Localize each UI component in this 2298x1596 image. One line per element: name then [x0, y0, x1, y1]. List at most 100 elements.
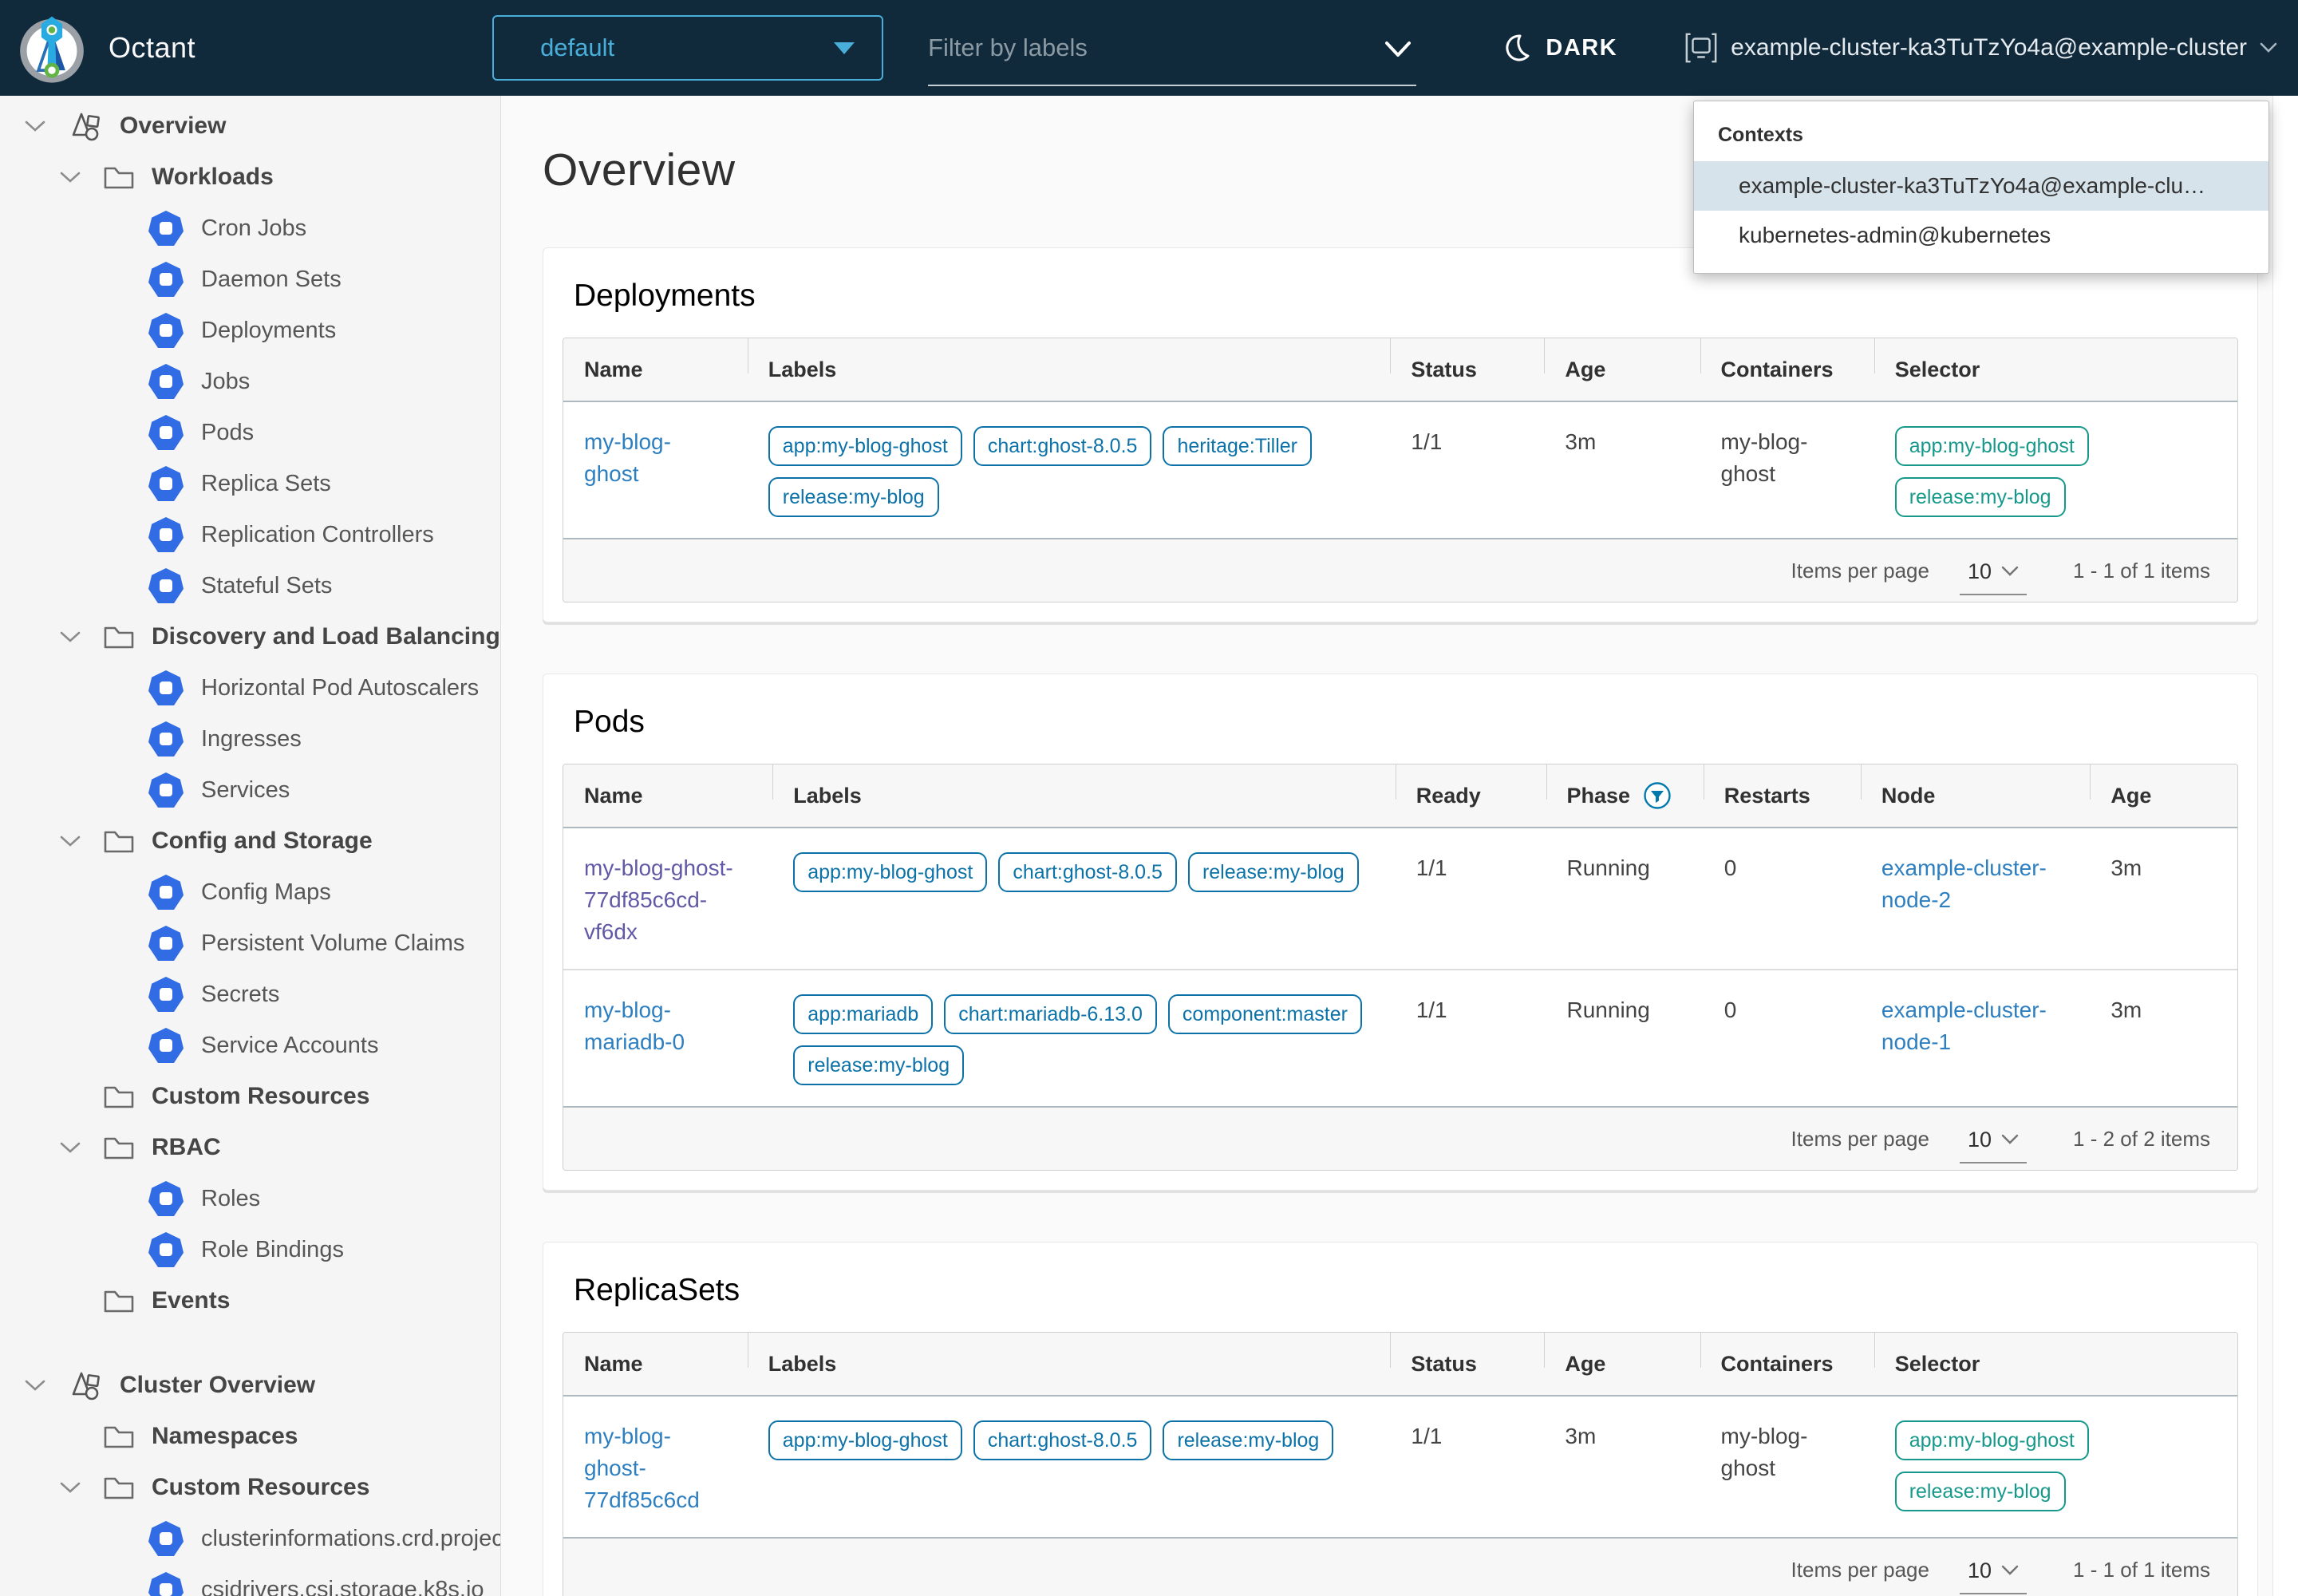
- sidebar-item-cluster-overview[interactable]: Cluster Overview: [0, 1360, 500, 1411]
- sidebar-item-ingresses[interactable]: Ingresses: [0, 713, 500, 764]
- sidebar-item-replication-controllers[interactable]: Replication Controllers: [0, 509, 500, 560]
- sidebar-item-label: Discovery and Load Balancing: [152, 623, 500, 650]
- pagination-range: 1 - 1 of 1 items: [2073, 1558, 2210, 1582]
- sidebar-item-workloads[interactable]: Workloads: [0, 152, 500, 203]
- sidebar-item-replica-sets[interactable]: Replica Sets: [0, 458, 500, 509]
- pod-link[interactable]: my-blog-ghost-77df85c6cd-vf6dx: [584, 855, 733, 944]
- folder-icon: [102, 1284, 136, 1317]
- age-cell: 3m: [1544, 426, 1700, 517]
- sidebar-item-config-maps[interactable]: Config Maps: [0, 867, 500, 918]
- column-header: Labels: [748, 338, 1391, 401]
- secrets-icon: [148, 977, 184, 1012]
- ingresses-icon: [148, 721, 184, 757]
- filter-funnel-icon[interactable]: [1643, 781, 1672, 810]
- context-option[interactable]: kubernetes-admin@kubernetes: [1694, 211, 2268, 260]
- selector-cell: app:my-blog-ghost release:my-blog: [1874, 1420, 2237, 1516]
- sidebar-item-label: Custom Resources: [152, 1474, 369, 1501]
- deployment-name-cell: my-blog-ghost: [563, 426, 705, 517]
- contexts-dropdown: Contexts example-cluster-ka3TuTzYo4a@exa…: [1693, 101, 2269, 274]
- context-option-selected[interactable]: example-cluster-ka3TuTzYo4a@example-clu…: [1694, 161, 2268, 211]
- sidebar-item-deployments[interactable]: Deployments: [0, 305, 500, 356]
- items-per-page-label: Items per page: [1791, 1127, 1929, 1152]
- sidebar-item-persistent-volume-claims[interactable]: Persistent Volume Claims: [0, 918, 500, 969]
- sidebar-item-role-bindings[interactable]: Role Bindings: [0, 1224, 500, 1275]
- sidebar-item-cron-jobs[interactable]: Cron Jobs: [0, 203, 500, 254]
- page-size-value: 10: [1968, 1128, 1992, 1152]
- sidebar-item-roles[interactable]: Roles: [0, 1173, 500, 1224]
- sidebar-item-jobs[interactable]: Jobs: [0, 356, 500, 407]
- sidebar-item-daemon-sets[interactable]: Daemon Sets: [0, 254, 500, 305]
- sidebar-item-namespaces[interactable]: Namespaces: [0, 1411, 500, 1462]
- namespace-selected-value: default: [540, 34, 614, 62]
- label-tag: heritage:Tiller: [1163, 426, 1312, 466]
- sidebar-item-overview[interactable]: Overview: [0, 101, 500, 152]
- column-header: Name: [563, 338, 748, 401]
- age-cell: 3m: [2090, 994, 2237, 1085]
- serviceaccounts-icon: [148, 1028, 184, 1063]
- deployment-link[interactable]: my-blog-ghost: [584, 429, 671, 486]
- sidebar-item-service-accounts[interactable]: Service Accounts: [0, 1020, 500, 1071]
- sidebar-item-services[interactable]: Services: [0, 764, 500, 816]
- label-filter-chevron-icon: [1384, 41, 1412, 58]
- replicaset-link[interactable]: my-blog-ghost-77df85c6cd: [584, 1424, 700, 1512]
- column-header: Phase: [1567, 784, 1631, 808]
- label-filter-input[interactable]: Filter by labels: [928, 26, 1416, 86]
- label-tag: app:my-blog-ghost: [768, 426, 962, 466]
- sidebar-item-label: Daemon Sets: [201, 267, 342, 293]
- selector-tag: release:my-blog: [1895, 477, 2066, 517]
- sidebar-item-label: Persistent Volume Claims: [201, 930, 464, 957]
- node-cell: example-cluster-node-1: [1861, 994, 2090, 1085]
- sidebar-item-discovery-load-balancing[interactable]: Discovery and Load Balancing: [0, 611, 500, 662]
- sidebar-item-cluster-custom-resources[interactable]: Custom Resources: [0, 1462, 500, 1513]
- chevron-down-icon: [59, 834, 81, 848]
- sidebar-item-label: Horizontal Pod Autoscalers: [201, 675, 479, 701]
- sidebar-item-stateful-sets[interactable]: Stateful Sets: [0, 560, 500, 611]
- sidebar-item-label: Workloads: [152, 164, 274, 191]
- sidebar-item-horizontal-pod-autoscalers[interactable]: Horizontal Pod Autoscalers: [0, 662, 500, 713]
- table-row: my-blog-ghost-77df85c6cd-vf6dx app:my-bl…: [563, 828, 2237, 969]
- context-selector[interactable]: example-cluster-ka3TuTzYo4a@example-clus…: [1684, 31, 2277, 65]
- namespace-selector[interactable]: default: [492, 15, 883, 81]
- column-header: Age: [2090, 764, 2237, 827]
- table-footer: Items per page 10 1 - 2 of 2 items: [563, 1106, 2237, 1170]
- chevron-down-icon: [59, 630, 81, 644]
- sidebar-item-custom-resources[interactable]: Custom Resources: [0, 1071, 500, 1122]
- deployments-card-title: Deployments: [574, 279, 2238, 314]
- page-size-select[interactable]: 10: [1960, 1128, 2027, 1163]
- restarts-cell: 0: [1704, 852, 1861, 948]
- page-scrollbar[interactable]: [2272, 96, 2298, 1596]
- labels-cell: app:my-blog-ghost chart:ghost-8.0.5 heri…: [748, 426, 1391, 517]
- sidebar-item-secrets[interactable]: Secrets: [0, 969, 500, 1020]
- column-header: Name: [563, 764, 772, 827]
- sidebar-item-events[interactable]: Events: [0, 1275, 500, 1326]
- age-cell: 3m: [1544, 1420, 1700, 1516]
- folder-icon: [102, 1471, 136, 1504]
- sidebar-item-pods[interactable]: Pods: [0, 407, 500, 458]
- replicasets-icon: [148, 466, 184, 501]
- sidebar-item-clusterinformations-crd[interactable]: clusterinformations.crd.projec: [0, 1513, 500, 1564]
- cluster-context-icon: [1684, 31, 1718, 65]
- sidebar-item-rbac[interactable]: RBAC: [0, 1122, 500, 1173]
- page-size-select[interactable]: 10: [1960, 559, 2027, 595]
- column-header: Status: [1390, 1333, 1544, 1395]
- label-tag: release:my-blog: [793, 1045, 964, 1085]
- dark-theme-toggle[interactable]: DARK: [1502, 33, 1617, 63]
- sidebar-item-label: Cluster Overview: [120, 1372, 315, 1399]
- label-tag: chart:mariadb-6.13.0: [944, 994, 1157, 1034]
- node-link[interactable]: example-cluster-node-1: [1881, 998, 2047, 1054]
- label-tag: release:my-blog: [1188, 852, 1359, 892]
- phase-cell: Running: [1546, 852, 1704, 948]
- cronjobs-icon: [148, 211, 184, 246]
- node-link[interactable]: example-cluster-node-2: [1881, 855, 2047, 912]
- hpa-icon: [148, 670, 184, 705]
- sidebar-item-csidrivers-crd[interactable]: csidrivers.csi.storage.k8s.io: [0, 1564, 500, 1596]
- folder-icon: [102, 824, 136, 858]
- pod-link[interactable]: my-blog-mariadb-0: [584, 998, 685, 1054]
- table-row: my-blog-ghost-77df85c6cd app:my-blog-gho…: [563, 1396, 2237, 1537]
- page-size-select[interactable]: 10: [1960, 1558, 2027, 1594]
- sidebar-item-config-and-storage[interactable]: Config and Storage: [0, 816, 500, 867]
- pods-card-title: Pods: [574, 705, 2238, 740]
- rolebindings-icon: [148, 1232, 184, 1267]
- pvc-icon: [148, 926, 184, 961]
- folder-icon: [102, 1420, 136, 1453]
